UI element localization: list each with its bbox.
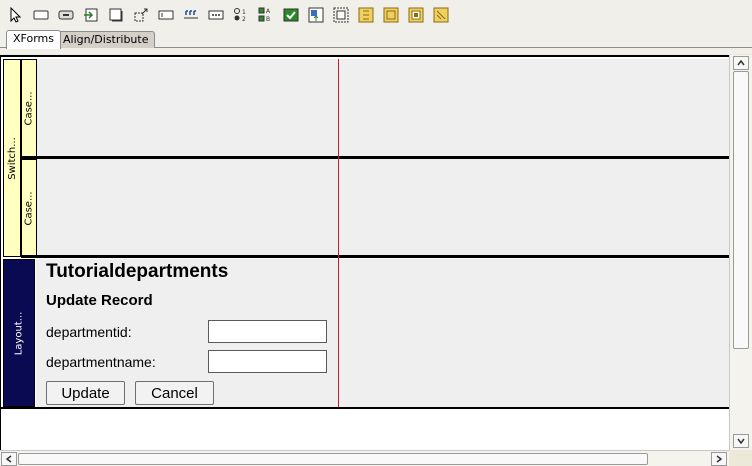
departmentid-label: departmentid:: [46, 324, 132, 340]
tab-xforms[interactable]: XForms: [6, 30, 61, 49]
form-title: Tutorialdepartments: [46, 261, 229, 282]
frame-icon[interactable]: [107, 6, 125, 24]
guide-line: [338, 59, 339, 407]
case-label: Case...: [23, 90, 35, 126]
upload-icon[interactable]: [307, 6, 325, 24]
design-canvas[interactable]: Switch... Case... Case... Layout... Tuto…: [0, 55, 729, 450]
vertical-scroll-thumb[interactable]: [733, 71, 749, 349]
chevron-left-icon: [6, 455, 12, 463]
vertical-scrollbar[interactable]: [729, 55, 752, 450]
case-area-2[interactable]: [37, 159, 729, 255]
chevron-down-icon: [737, 438, 745, 444]
horizontal-scroll-thumb[interactable]: [18, 453, 648, 465]
input-icon[interactable]: [82, 6, 100, 24]
case-area-1[interactable]: [37, 59, 729, 156]
update-button[interactable]: Update: [46, 381, 125, 405]
pointer-icon[interactable]: [6, 6, 24, 24]
case-icon[interactable]: [407, 6, 425, 24]
group-icon[interactable]: [332, 6, 350, 24]
chevron-right-icon: [716, 455, 722, 463]
svg-text:A: A: [266, 8, 271, 15]
scroll-left-button[interactable]: [1, 452, 17, 466]
layout-label: Layout...: [13, 311, 25, 355]
form-subtitle: Update Record: [46, 292, 153, 309]
switch-icon[interactable]: [382, 6, 400, 24]
horizontal-scrollbar[interactable]: [0, 450, 729, 466]
svg-text:2: 2: [242, 16, 246, 23]
transform-icon[interactable]: [132, 6, 150, 24]
toolbar: 12 AB: [0, 0, 752, 30]
svg-text:B: B: [266, 16, 270, 23]
departmentname-input[interactable]: [208, 350, 327, 373]
svg-text:1: 1: [242, 9, 246, 16]
cancel-button[interactable]: Cancel: [135, 381, 214, 405]
tab-align-distribute[interactable]: Align/Distribute: [56, 31, 156, 48]
case-handle-1[interactable]: Case...: [21, 59, 37, 157]
scroll-down-button[interactable]: [733, 434, 749, 448]
departmentname-label: departmentname:: [46, 354, 156, 370]
scroll-up-button[interactable]: [733, 56, 749, 70]
select-many-icon[interactable]: AB: [257, 6, 275, 24]
switch-label: Switch...: [6, 136, 18, 180]
scroll-corner: [729, 450, 752, 466]
textbox-icon[interactable]: [157, 6, 175, 24]
tab-bar: XForms Align/Distribute: [0, 30, 752, 54]
case-handle-2[interactable]: Case...: [21, 159, 37, 257]
layout-handle[interactable]: Layout...: [3, 259, 35, 407]
editor-window: 12 AB XForms Align/Distribute Switch... …: [0, 0, 752, 466]
select-one-icon[interactable]: 12: [232, 6, 250, 24]
scroll-right-button[interactable]: [711, 452, 727, 466]
rectangle-icon[interactable]: [32, 6, 50, 24]
range-icon[interactable]: [182, 6, 200, 24]
checkbox-icon[interactable]: [282, 6, 300, 24]
button-icon[interactable]: [57, 6, 75, 24]
switch-handle[interactable]: Switch...: [3, 59, 21, 257]
departmentid-input[interactable]: [208, 320, 327, 343]
case-label: Case...: [23, 190, 35, 226]
repeat-icon[interactable]: [357, 6, 375, 24]
switch-divider: [21, 255, 729, 258]
layout-bottom-border: [1, 407, 729, 409]
chevron-up-icon: [737, 60, 745, 66]
secret-icon[interactable]: [207, 6, 225, 24]
layout-area[interactable]: Tutorialdepartments Update Record depart…: [36, 259, 729, 407]
layout-icon[interactable]: [432, 6, 450, 24]
